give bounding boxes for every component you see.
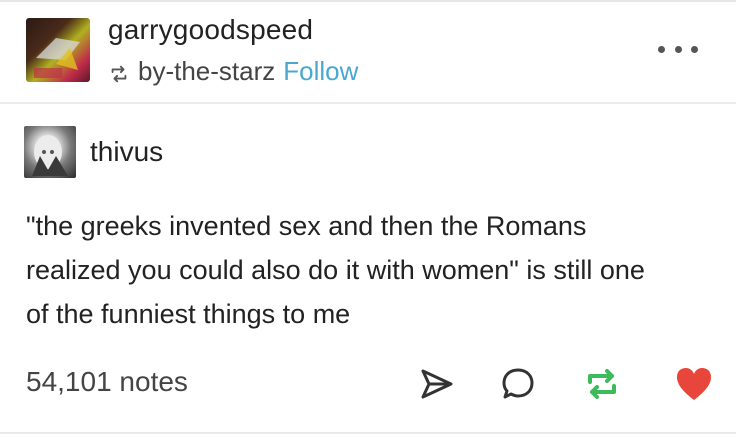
bottom-border — [0, 432, 736, 434]
header-divider — [0, 102, 736, 104]
heart-icon — [677, 368, 711, 400]
blog-avatar[interactable] — [26, 18, 90, 82]
post-actions — [0, 362, 736, 406]
avatar-artwork — [32, 135, 68, 176]
paper-plane-icon — [421, 369, 453, 399]
poster-avatar[interactable] — [24, 126, 76, 178]
follow-button[interactable]: Follow — [283, 56, 358, 87]
reblog-source-link[interactable]: by-the-starz — [138, 56, 275, 87]
poster-username[interactable]: thivus — [90, 136, 163, 168]
post-text-line: "the greeks invented sex and then the Ro… — [26, 211, 587, 241]
post-header: garrygoodspeed by-the-starz Follow — [0, 0, 736, 102]
more-options-button[interactable] — [658, 40, 698, 58]
reblog-attribution: by-the-starz Follow — [108, 56, 358, 87]
reblog-icon — [108, 61, 130, 83]
more-dot-icon — [658, 45, 665, 53]
more-dot-icon — [674, 45, 682, 53]
blog-username[interactable]: garrygoodspeed — [108, 14, 313, 46]
post-text-line: of the funniest things to me — [26, 299, 351, 329]
more-dot-icon — [691, 45, 698, 53]
speech-bubble-icon — [502, 368, 534, 399]
post-text-line: realized you could also do it with women… — [26, 255, 645, 285]
reply-button[interactable] — [496, 362, 540, 406]
avatar-artwork — [34, 38, 80, 78]
share-button[interactable] — [414, 362, 458, 406]
reblog-icon — [588, 369, 616, 399]
original-poster: thivus — [24, 126, 163, 178]
post-text: "the greeks invented sex and then the Ro… — [26, 204, 716, 336]
reblog-button[interactable] — [580, 362, 624, 406]
like-button[interactable] — [672, 362, 716, 406]
